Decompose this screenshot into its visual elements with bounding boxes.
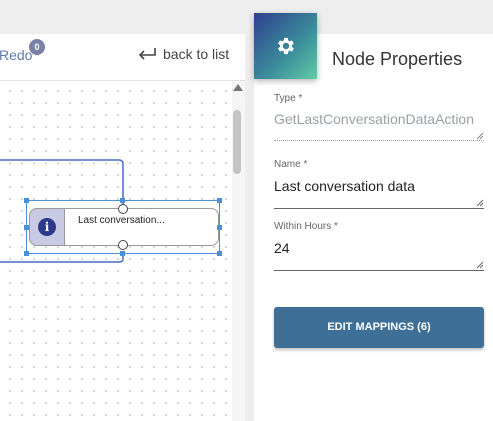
type-field-underline bbox=[274, 140, 484, 141]
resize-handle[interactable] bbox=[217, 198, 222, 203]
resize-handle[interactable] bbox=[24, 225, 29, 230]
type-field-label: Type * bbox=[274, 93, 303, 104]
back-to-list-link[interactable]: back to list bbox=[137, 46, 229, 62]
resize-grip-icon[interactable] bbox=[476, 199, 484, 207]
node-icon-box: i bbox=[29, 208, 65, 246]
name-field-label: Name * bbox=[274, 159, 308, 170]
panel-divider bbox=[245, 34, 254, 421]
input-port[interactable] bbox=[118, 204, 128, 214]
within-hours-label: Within Hours * bbox=[274, 221, 338, 232]
name-field[interactable]: Last conversation data bbox=[274, 178, 484, 194]
redo-button[interactable]: Redo bbox=[0, 47, 32, 63]
within-hours-field[interactable]: 24 bbox=[274, 240, 484, 256]
resize-handle[interactable] bbox=[217, 251, 222, 256]
resize-handle[interactable] bbox=[217, 225, 222, 230]
scrollbar-thumb[interactable] bbox=[233, 110, 241, 174]
return-arrow-icon bbox=[138, 48, 156, 60]
output-port[interactable] bbox=[118, 240, 128, 250]
panel-title: Node Properties bbox=[332, 49, 463, 69]
resize-handle[interactable] bbox=[120, 198, 125, 203]
resize-handle[interactable] bbox=[120, 251, 125, 256]
gear-icon bbox=[277, 37, 294, 55]
node-label: Last conversation... bbox=[78, 215, 165, 226]
resize-grip-icon[interactable] bbox=[476, 261, 484, 269]
top-bar bbox=[0, 0, 493, 34]
name-field-underline bbox=[274, 208, 484, 209]
back-to-list-label: back to list bbox=[163, 46, 230, 62]
type-field: GetLastConversationDataAction bbox=[274, 111, 474, 127]
redo-count-badge: 0 bbox=[29, 39, 45, 55]
resize-handle[interactable] bbox=[24, 251, 29, 256]
scroll-up-arrow-icon[interactable] bbox=[233, 84, 243, 91]
info-icon: i bbox=[38, 218, 56, 236]
edit-mappings-button[interactable]: EDIT MAPPINGS (6) bbox=[274, 307, 484, 348]
properties-header-icon-tile bbox=[254, 13, 317, 79]
resize-grip-icon bbox=[476, 132, 484, 140]
within-hours-underline bbox=[274, 270, 484, 271]
resize-handle[interactable] bbox=[24, 198, 29, 203]
